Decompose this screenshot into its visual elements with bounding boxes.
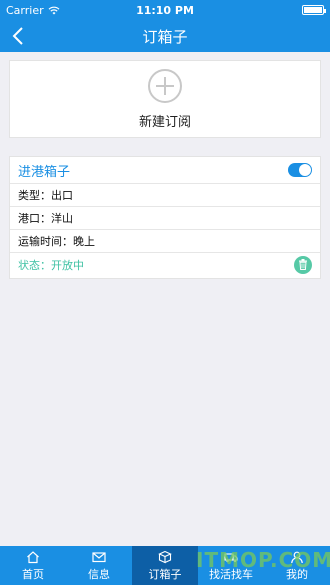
subscription-status-row: 状态：开放中 — [10, 253, 320, 276]
subscription-type-row: 类型：出口 — [10, 184, 320, 207]
battery-icon — [302, 5, 326, 15]
tab-bar: 首页 信息 订箱子 找活找车 我的 — [0, 546, 330, 585]
subscription-port: 港口：洋山 — [18, 212, 73, 225]
user-icon — [291, 551, 303, 564]
status-bar: Carrier 11:10 PM — [0, 0, 330, 20]
mail-icon — [92, 552, 106, 563]
subscription-header: 进港箱子 — [10, 157, 320, 184]
tab-messages[interactable]: 信息 — [66, 546, 132, 585]
subscription-name: 进港箱子 — [18, 164, 71, 180]
trash-icon — [299, 259, 307, 270]
tab-find-work-label: 找活找车 — [209, 568, 253, 581]
tab-messages-label: 信息 — [88, 568, 110, 581]
delete-button[interactable] — [294, 255, 312, 274]
tab-home-label: 首页 — [22, 568, 44, 581]
subscription-status: 状态：开放中 — [18, 258, 84, 272]
tab-profile[interactable]: 我的 — [264, 546, 330, 585]
chevron-left-icon — [12, 27, 23, 45]
plus-circle-icon — [148, 68, 182, 103]
subscription-card: 进港箱子 类型：出口 港口：洋山 运输时间：晚上 状态：开放中 — [9, 156, 321, 279]
tab-order-box-label: 订箱子 — [148, 568, 182, 581]
tab-home[interactable]: 首页 — [0, 546, 66, 585]
status-time: 11:10 PM — [136, 3, 194, 17]
subscription-time-row: 运输时间：晚上 — [10, 230, 320, 253]
back-button[interactable] — [6, 24, 30, 48]
home-icon — [27, 551, 39, 564]
tab-order-box[interactable]: 订箱子 — [132, 546, 198, 585]
subscription-transport-time: 运输时间：晚上 — [18, 235, 95, 248]
new-subscription-button[interactable]: 新建订阅 — [9, 60, 321, 138]
tab-profile-label: 我的 — [286, 568, 308, 581]
tab-find-work[interactable]: 找活找车 — [198, 546, 264, 585]
nav-bar: 订箱子 — [0, 20, 330, 52]
box-icon — [158, 550, 172, 564]
subscription-toggle[interactable] — [288, 163, 312, 177]
truck-icon — [224, 553, 238, 563]
subscription-port-row: 港口：洋山 — [10, 207, 320, 230]
subscription-type: 类型：出口 — [18, 189, 73, 202]
page-title: 订箱子 — [142, 27, 188, 46]
new-subscription-label: 新建订阅 — [138, 114, 191, 130]
